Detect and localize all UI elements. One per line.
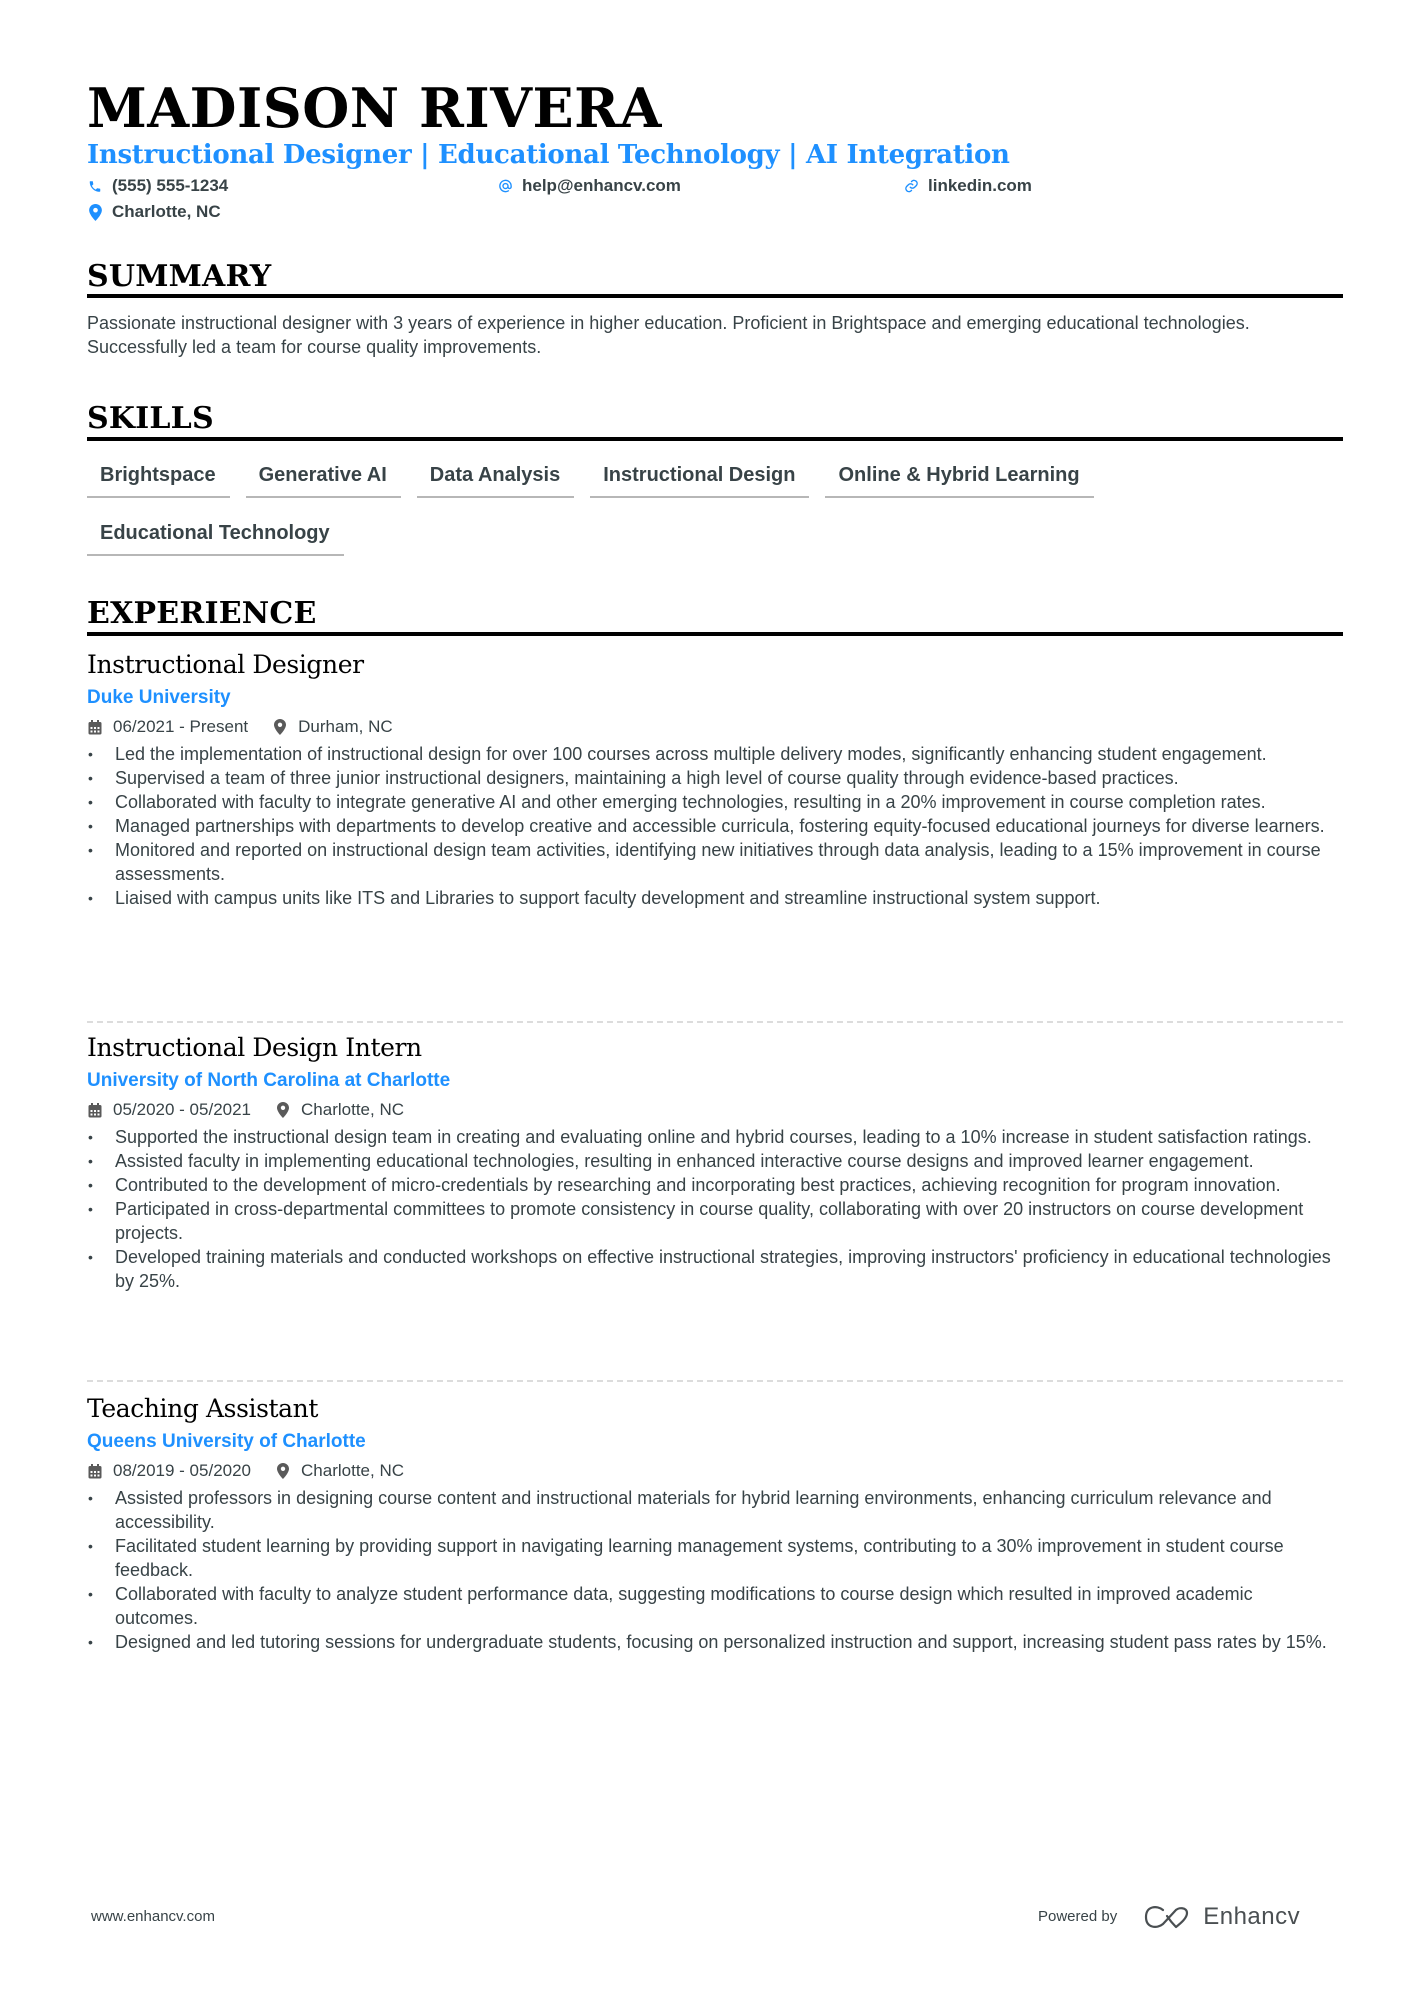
skill-chip: Online & Hybrid Learning xyxy=(825,458,1094,498)
calendar-icon xyxy=(87,1101,103,1119)
job-bullets: Supported the instructional design team … xyxy=(87,1125,1343,1293)
job-dates: 05/2020 - 05/2021 xyxy=(113,1100,252,1119)
bullet-item: Supported the instructional design team … xyxy=(87,1125,1343,1149)
bullet-item: Assisted faculty in implementing educati… xyxy=(87,1149,1343,1173)
link-icon xyxy=(903,177,919,195)
linkedin-text: linkedin.com xyxy=(928,176,1032,195)
contact-email[interactable]: help@enhancv.com xyxy=(497,175,681,197)
candidate-name: MADISON RIVERA xyxy=(87,76,662,140)
job-location: Durham, NC xyxy=(298,717,393,736)
bullet-item: Assisted professors in designing course … xyxy=(87,1486,1343,1534)
bullet-item: Contributed to the development of micro-… xyxy=(87,1173,1343,1197)
footer-website[interactable]: www.enhancv.com xyxy=(91,1907,215,1927)
experience-heading: EXPERIENCE xyxy=(87,596,317,631)
email-text: help@enhancv.com xyxy=(522,176,681,195)
bullet-item: Collaborated with faculty to analyze stu… xyxy=(87,1582,1343,1630)
location-text: Charlotte, NC xyxy=(112,202,221,221)
bullet-item: Supervised a team of three junior instru… xyxy=(87,766,1343,790)
bullet-item: Participated in cross-departmental commi… xyxy=(87,1197,1343,1245)
skill-chip: Data Analysis xyxy=(416,458,575,498)
phone-icon xyxy=(87,177,103,195)
skill-chip: Generative AI xyxy=(245,458,401,498)
job-meta: 06/2021 - Present Durham, NC xyxy=(87,716,1343,738)
summary-divider xyxy=(87,294,1343,298)
bullet-item: Collaborated with faculty to integrate g… xyxy=(87,790,1343,814)
entry-separator xyxy=(87,1380,1343,1382)
experience-entry: Instructional Design Intern University o… xyxy=(87,1032,1343,1293)
footer-branding[interactable]: Powered by Enhancv xyxy=(1038,1903,1300,1931)
experience-divider xyxy=(87,632,1343,636)
bullet-item: Led the implementation of instructional … xyxy=(87,742,1343,766)
company-name: Duke University xyxy=(87,687,231,708)
skills-divider xyxy=(87,437,1343,441)
enhancv-brand-text: Enhancv xyxy=(1203,1903,1301,1930)
job-location: Charlotte, NC xyxy=(301,1461,404,1480)
summary-text: Passionate instructional designer with 3… xyxy=(87,313,1250,357)
job-meta: 05/2020 - 05/2021 Charlotte, NC xyxy=(87,1099,1343,1121)
map-pin-icon xyxy=(275,1462,291,1480)
skill-chip: Educational Technology xyxy=(87,516,344,556)
calendar-icon xyxy=(87,718,103,736)
map-pin-icon xyxy=(87,203,103,221)
experience-entry: Instructional Designer Duke University 0… xyxy=(87,649,1343,910)
skills-heading: SKILLS xyxy=(87,401,214,436)
experience-entry: Teaching Assistant Queens University of … xyxy=(87,1393,1343,1654)
bullet-item: Developed training materials and conduct… xyxy=(87,1245,1343,1293)
candidate-headline: Instructional Designer | Educational Tec… xyxy=(87,140,1010,170)
skills-list: Brightspace Generative AI Data Analysis … xyxy=(87,458,1343,556)
job-title: Instructional Designer xyxy=(87,650,364,679)
entry-separator xyxy=(87,1021,1343,1023)
map-pin-icon xyxy=(275,1101,291,1119)
job-bullets: Led the implementation of instructional … xyxy=(87,742,1343,910)
job-location: Charlotte, NC xyxy=(301,1100,404,1119)
skill-chip: Instructional Design xyxy=(590,458,810,498)
phone-text: (555) 555-1234 xyxy=(112,176,229,195)
calendar-icon xyxy=(87,1462,103,1480)
enhancv-logo-icon xyxy=(1145,1906,1189,1929)
job-meta: 08/2019 - 05/2020 Charlotte, NC xyxy=(87,1460,1343,1482)
job-dates: 06/2021 - Present xyxy=(113,717,249,736)
skill-chip: Brightspace xyxy=(87,458,230,498)
company-name: University of North Carolina at Charlott… xyxy=(87,1070,451,1091)
job-title: Teaching Assistant xyxy=(87,1394,319,1423)
map-pin-icon xyxy=(272,718,288,736)
bullet-item: Facilitated student learning by providin… xyxy=(87,1534,1343,1582)
contact-location: Charlotte, NC xyxy=(87,201,221,223)
company-name: Queens University of Charlotte xyxy=(87,1431,366,1452)
contact-linkedin[interactable]: linkedin.com xyxy=(903,175,1032,197)
summary-heading: SUMMARY xyxy=(87,259,272,294)
job-title: Instructional Design Intern xyxy=(87,1033,422,1062)
bullet-item: Monitored and reported on instructional … xyxy=(87,838,1343,886)
at-icon xyxy=(497,177,513,195)
job-bullets: Assisted professors in designing course … xyxy=(87,1486,1343,1654)
bullet-item: Designed and led tutoring sessions for u… xyxy=(87,1630,1343,1654)
job-dates: 08/2019 - 05/2020 xyxy=(113,1461,252,1480)
contact-phone[interactable]: (555) 555-1234 xyxy=(87,175,228,197)
powered-by-label: Powered by xyxy=(1038,1908,1118,1925)
bullet-item: Managed partnerships with departments to… xyxy=(87,814,1343,838)
bullet-item: Liaised with campus units like ITS and L… xyxy=(87,886,1343,910)
